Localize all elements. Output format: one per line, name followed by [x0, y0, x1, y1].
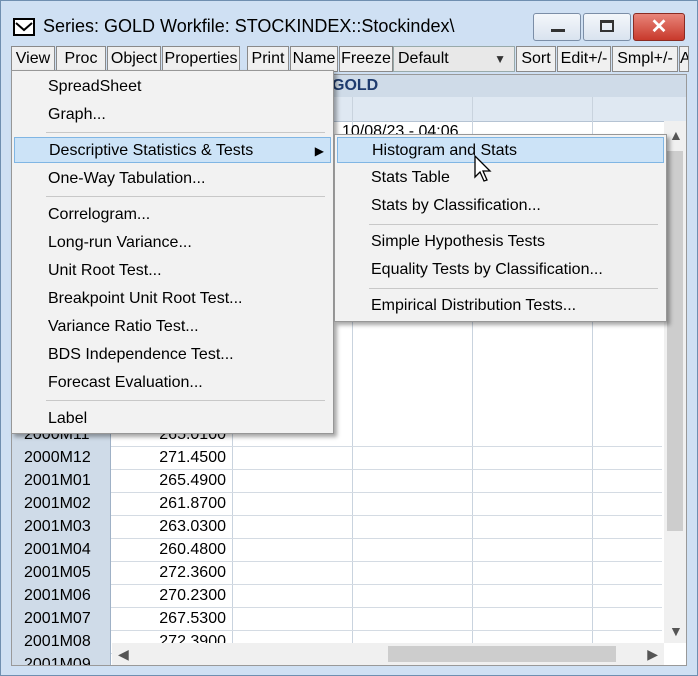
freeze-button[interactable]: Freeze: [339, 46, 393, 72]
mouse-pointer-icon: [474, 154, 492, 188]
row-label: 2001M03: [12, 515, 111, 538]
row-label: 2001M07: [12, 607, 111, 630]
table-row[interactable]: 2001M06 270.2300: [12, 584, 662, 608]
sort-button[interactable]: Sort: [516, 46, 556, 72]
row-label: 2001M06: [12, 584, 111, 607]
row-label: 2001M01: [12, 469, 111, 492]
object-button[interactable]: Object: [107, 46, 161, 72]
view-menu: SpreadSheet Graph... Descriptive Statist…: [11, 70, 334, 434]
row-value[interactable]: 261.8700: [112, 492, 230, 515]
vertical-scroll-thumb[interactable]: [667, 151, 683, 531]
row-value[interactable]: 270.2300: [112, 584, 230, 607]
menu-item-breakpoint-unit-root-test[interactable]: Breakpoint Unit Root Test...: [14, 286, 331, 312]
row-label: 2001M04: [12, 538, 111, 561]
menu-separator: [369, 288, 658, 289]
close-button[interactable]: ✕: [633, 13, 685, 41]
name-button[interactable]: Name: [290, 46, 338, 72]
row-value[interactable]: 271.4500: [112, 446, 230, 469]
menu-separator: [46, 400, 325, 401]
menu-item-spreadsheet[interactable]: SpreadSheet: [14, 74, 331, 100]
menu-item-unit-root-test[interactable]: Unit Root Test...: [14, 258, 331, 284]
row-value[interactable]: 272.3600: [112, 561, 230, 584]
menu-item-long-run-variance[interactable]: Long-run Variance...: [14, 230, 331, 256]
row-label: 2001M09: [12, 653, 111, 665]
row-value[interactable]: 265.4900: [112, 469, 230, 492]
smpl-button[interactable]: Smpl+/-: [612, 46, 678, 72]
menu-item-variance-ratio-test[interactable]: Variance Ratio Test...: [14, 314, 331, 340]
title-bar[interactable]: Series: GOLD Workfile: STOCKINDEX::Stock…: [1, 1, 697, 43]
proc-button[interactable]: Proc: [56, 46, 106, 72]
menu-separator: [46, 196, 325, 197]
table-row[interactable]: 2001M07 267.5300: [12, 607, 662, 631]
scroll-up-icon[interactable]: ▲: [669, 127, 683, 143]
window-title: Series: GOLD Workfile: STOCKINDEX::Stock…: [43, 16, 455, 36]
menu-separator: [46, 132, 325, 133]
horizontal-scroll-thumb[interactable]: [388, 646, 616, 662]
menu-item-graph[interactable]: Graph...: [14, 102, 331, 128]
maximize-button[interactable]: [583, 13, 631, 41]
close-icon: ✕: [650, 16, 668, 38]
submenu-arrow-icon: ▶: [314, 144, 324, 158]
minimize-button[interactable]: [533, 13, 581, 41]
row-label: 2001M05: [12, 561, 111, 584]
more-button[interactable]: A: [679, 46, 689, 72]
toolbar: View Proc Object Properties Print Name F…: [11, 46, 689, 72]
display-mode-value: Default: [398, 50, 449, 67]
menu-item-simple-hypothesis-tests[interactable]: Simple Hypothesis Tests: [337, 229, 664, 255]
edit-button[interactable]: Edit+/-: [557, 46, 611, 72]
menu-item-descriptive-statistics[interactable]: Descriptive Statistics & Tests ▶: [14, 137, 331, 163]
row-label: 2001M08: [12, 630, 111, 653]
chevron-down-icon: ▼: [494, 52, 506, 66]
vertical-scrollbar[interactable]: ▲ ▼: [664, 121, 686, 643]
scroll-down-icon[interactable]: ▼: [669, 623, 683, 639]
table-row[interactable]: 2001M01 265.4900: [12, 469, 662, 493]
view-button[interactable]: View: [11, 46, 55, 72]
row-label: 2000M12: [12, 446, 111, 469]
scroll-left-icon[interactable]: ◀: [118, 646, 129, 663]
column-header-gold: GOLD: [332, 77, 379, 94]
menu-item-equality-tests-by-classification[interactable]: Equality Tests by Classification...: [337, 257, 664, 283]
table-row[interactable]: 2001M05 272.3600: [12, 561, 662, 585]
menu-item-stats-by-classification[interactable]: Stats by Classification...: [337, 193, 664, 219]
menu-item-correlogram[interactable]: Correlogram...: [14, 202, 331, 228]
table-row[interactable]: 2001M02 261.8700: [12, 492, 662, 516]
table-row[interactable]: 2001M04 260.4800: [12, 538, 662, 562]
menu-item-one-way-tabulation[interactable]: One-Way Tabulation...: [14, 166, 331, 192]
menu-item-empirical-distribution-tests[interactable]: Empirical Distribution Tests...: [337, 293, 664, 319]
table-row[interactable]: 2001M03 263.0300: [12, 515, 662, 539]
display-mode-select[interactable]: Default ▼: [393, 46, 515, 72]
series-icon: [13, 18, 35, 36]
menu-item-label[interactable]: Label: [14, 406, 331, 432]
row-label: 2001M02: [12, 492, 111, 515]
scroll-right-icon[interactable]: ▶: [647, 646, 658, 663]
table-row[interactable]: 2000M12 271.4500: [12, 446, 662, 470]
menu-item-forecast-evaluation[interactable]: Forecast Evaluation...: [14, 370, 331, 396]
maximize-icon: [600, 20, 614, 32]
menu-item-stats-table[interactable]: Stats Table: [337, 165, 664, 191]
menu-item-bds-independence-test[interactable]: BDS Independence Test...: [14, 342, 331, 368]
properties-button[interactable]: Properties: [162, 46, 240, 72]
minimize-icon: [551, 29, 565, 32]
row-value[interactable]: 267.5300: [112, 607, 230, 630]
menu-item-label: Descriptive Statistics & Tests: [49, 142, 254, 159]
menu-item-histogram-and-stats[interactable]: Histogram and Stats: [337, 137, 664, 163]
descriptive-stats-submenu: Histogram and Stats Stats Table Stats by…: [334, 134, 667, 322]
row-value[interactable]: 263.0300: [112, 515, 230, 538]
menu-separator: [369, 224, 658, 225]
row-value[interactable]: 260.4800: [112, 538, 230, 561]
print-button[interactable]: Print: [247, 46, 289, 72]
horizontal-scrollbar[interactable]: ◀ ▶: [112, 643, 664, 665]
